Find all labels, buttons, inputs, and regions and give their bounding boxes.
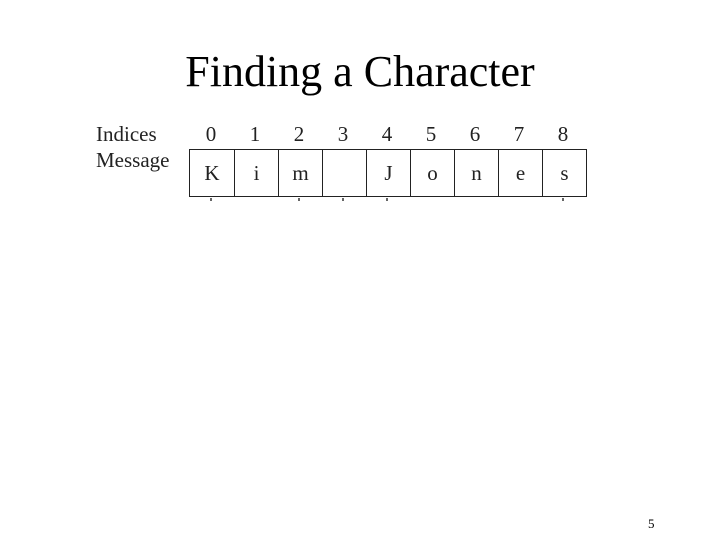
index-number: 8 [557, 122, 569, 146]
tick-mark [298, 198, 300, 201]
indices-label: Indices [96, 122, 157, 146]
character-cell: n [454, 150, 498, 196]
page-number: 5 [648, 516, 655, 531]
character-cell-space [322, 150, 366, 196]
index-number: 0 [205, 122, 217, 146]
index-number: 4 [381, 122, 393, 146]
tick-mark [386, 198, 388, 201]
character-cell: J [366, 150, 410, 196]
character-cell: e [498, 150, 542, 196]
index-number: 7 [513, 122, 525, 146]
character-cell: i [234, 150, 278, 196]
index-number: 2 [293, 122, 305, 146]
character-cell: m [278, 150, 322, 196]
index-number: 6 [469, 122, 481, 146]
tick-mark [342, 198, 344, 201]
tick-mark [562, 198, 564, 201]
tick-mark [210, 198, 212, 201]
message-cells: K i m J o n e s [189, 149, 587, 197]
character-cell: K [204, 160, 220, 185]
index-number: 3 [337, 122, 349, 146]
character-cell: o [410, 150, 454, 196]
message-label: Message [96, 148, 170, 172]
character-cell: s [542, 150, 586, 196]
index-number: 5 [425, 122, 437, 146]
string-index-figure: Indices Message 0 1 2 3 4 5 6 7 8 K i m … [0, 0, 720, 220]
index-number: 1 [249, 122, 261, 146]
